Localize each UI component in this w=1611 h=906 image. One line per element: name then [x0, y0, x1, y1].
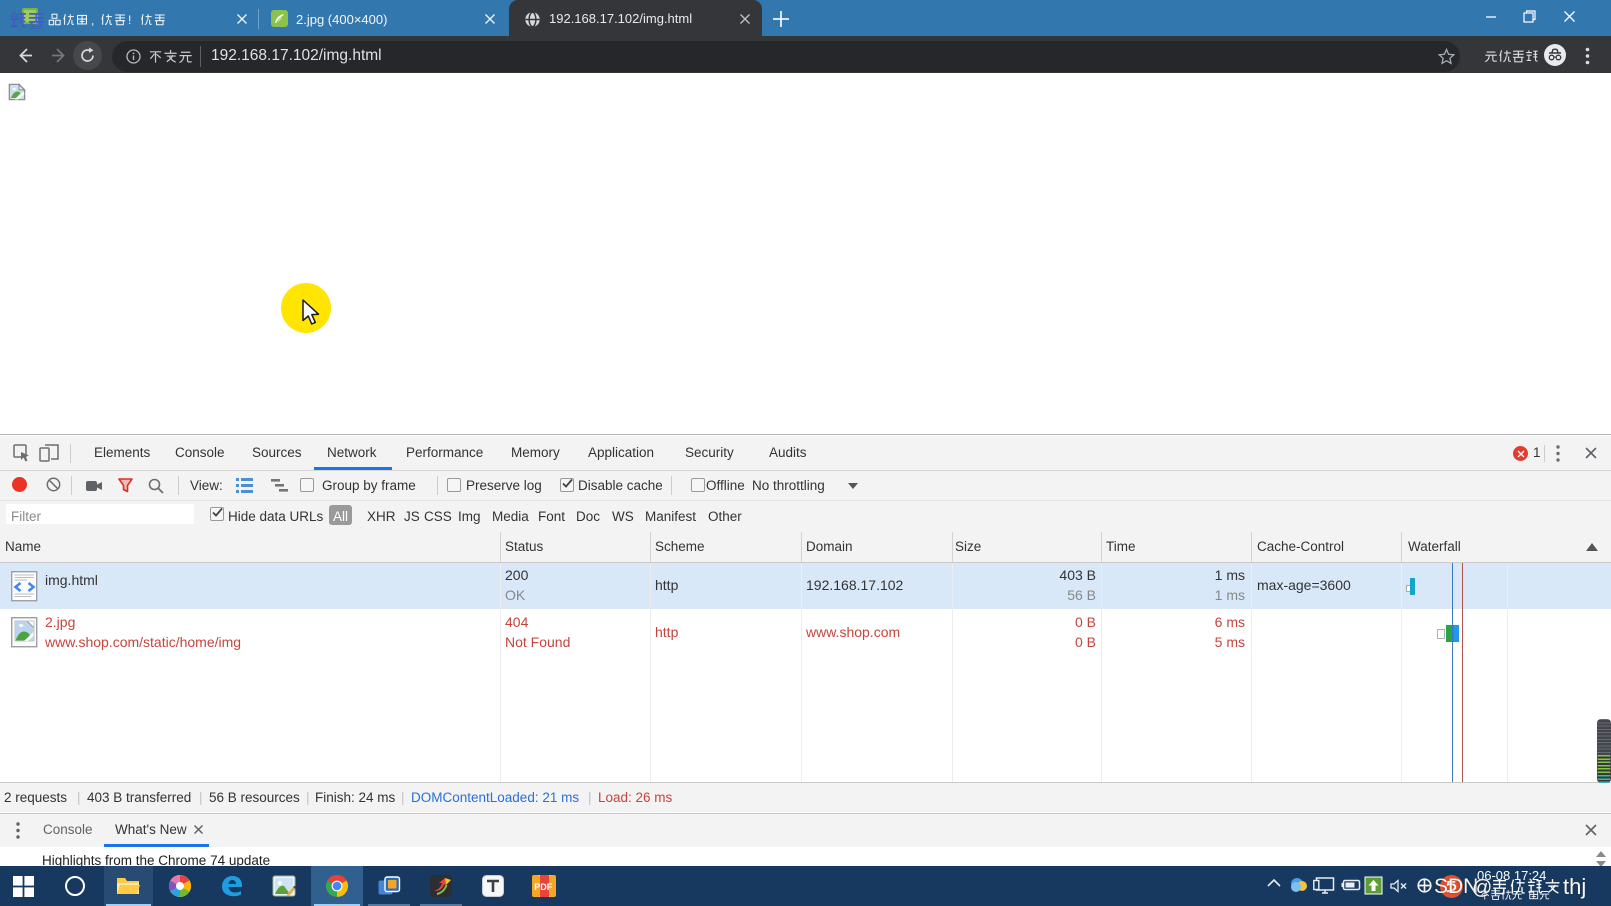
svg-text:!: !: [128, 13, 131, 26]
svg-text:!: !: [167, 13, 168, 26]
svg-text:,: ,: [91, 14, 94, 27]
svg-text:PDF: PDF: [534, 882, 553, 892]
